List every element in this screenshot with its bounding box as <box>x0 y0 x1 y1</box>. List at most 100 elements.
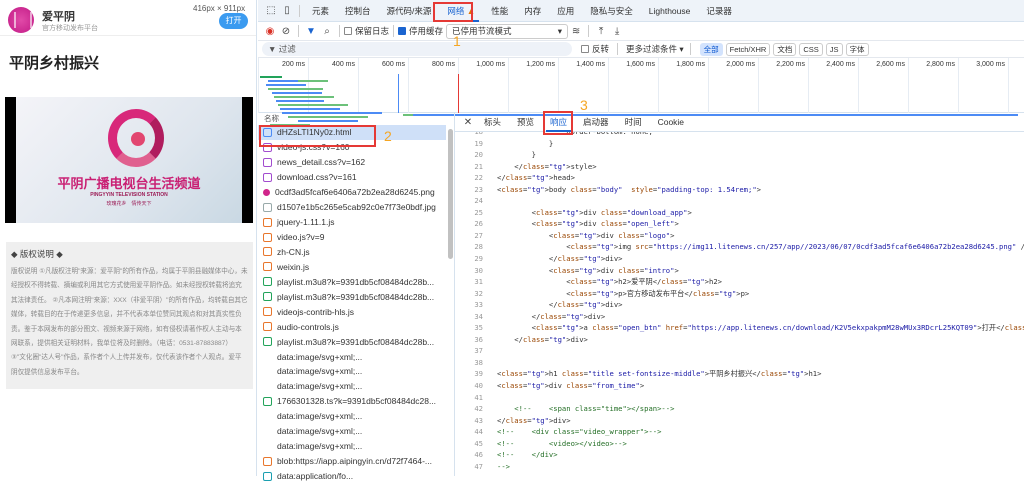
invert-checkbox[interactable]: 反转 <box>581 43 609 55</box>
open-app-button[interactable]: 打开 <box>219 13 248 29</box>
request-name: zh-CN.js <box>277 246 310 257</box>
request-name: data:image/svg+xml;... <box>277 381 363 392</box>
code-line: 35 <class="tg">a class="open_btn" href="… <box>455 322 1024 334</box>
filter-type-5[interactable]: 字体 <box>845 42 869 56</box>
request-row[interactable]: data:application/fo... <box>258 469 446 484</box>
tab-0[interactable]: 元素 <box>304 0 337 22</box>
request-row[interactable]: 1766301328.ts?k=9391db5cf08484dc28... <box>258 394 446 409</box>
request-row[interactable]: data:image/svg+xml;... <box>258 424 446 439</box>
code-line: 20 } <box>455 149 1024 161</box>
media-file-icon <box>263 396 272 406</box>
request-name: data:image/svg+xml;... <box>277 441 363 452</box>
search-icon[interactable]: ⌕ <box>319 26 335 37</box>
inspect-icon[interactable]: ⬚ <box>263 5 279 16</box>
tab-2[interactable]: 源代码/来源 <box>379 0 440 22</box>
filter-input[interactable]: ▼ 过滤 <box>262 42 572 56</box>
timeline-tick: 3,200 ms <box>1008 58 1024 113</box>
annotation-box-response-tab <box>543 111 573 135</box>
detail-tab-1[interactable]: 预览 <box>509 113 542 132</box>
disable-cache-checkbox[interactable]: 停用缓存 <box>398 25 443 37</box>
line-content: <class="tg">div class="intro"> <box>497 265 679 275</box>
request-row[interactable]: data:image/svg+xml;... <box>258 364 446 379</box>
tab-4[interactable]: 性能 <box>483 0 516 22</box>
request-row[interactable]: playlist.m3u8?k=9391db5cf08484dc28b... <box>258 274 446 289</box>
tab-1[interactable]: 控制台 <box>337 0 379 22</box>
detail-tab-0[interactable]: 标头 <box>476 113 509 132</box>
filter-type-1[interactable]: Fetch/XHR <box>725 42 771 56</box>
device-toggle-icon[interactable]: ▯ <box>279 5 295 16</box>
request-row[interactable]: d1507e1b5c265e5cab92c0e7f73e0bdf.jpg <box>258 200 446 215</box>
request-row[interactable]: playlist.m3u8?k=9391db5cf08484dc28b... <box>258 289 446 304</box>
request-name: jquery-1.11.1.js <box>277 217 335 228</box>
request-row[interactable]: zh-CN.js <box>258 245 446 260</box>
video-player[interactable]: 平阴广播电视台生活频道 PINGYYIN TELEVISION STATION … <box>5 97 253 223</box>
name-column-header[interactable]: 名称 <box>258 113 454 125</box>
filter-type-2[interactable]: 文档 <box>773 42 797 56</box>
network-conditions-icon[interactable]: ≋ <box>568 26 584 37</box>
line-content: <class="tg">body class="body" style="pad… <box>497 184 761 194</box>
scrollbar[interactable] <box>448 129 453 259</box>
more-filters-dropdown[interactable]: 更多过滤条件 ▾ <box>626 43 684 55</box>
tab-9[interactable]: 记录器 <box>698 0 740 22</box>
request-row[interactable]: videojs-contrib-hls.js <box>258 304 446 319</box>
export-har-icon[interactable]: ⤓ <box>609 26 625 37</box>
timeline-tick: 1,200 ms <box>508 58 558 113</box>
detail-tab-5[interactable]: Cookie <box>650 113 692 132</box>
annotation-number: 3 <box>580 97 588 113</box>
timeline-tick-label: 200 ms <box>282 61 305 68</box>
detail-tab-4[interactable]: 时间 <box>617 113 650 132</box>
request-row[interactable]: blob:https://iapp.aipingyin.cn/d72f7464-… <box>258 454 446 469</box>
import-har-icon[interactable]: ⤒ <box>593 26 609 37</box>
tab-7[interactable]: 隐私与安全 <box>582 0 641 22</box>
filter-type-4[interactable]: JS <box>825 42 843 56</box>
request-row[interactable]: download.css?v=161 <box>258 170 446 185</box>
line-number: 43 <box>474 415 483 425</box>
tab-6[interactable]: 应用 <box>549 0 582 22</box>
annotation-box-network-tab <box>433 2 473 22</box>
request-row[interactable]: audio-controls.js <box>258 319 446 334</box>
line-number: 40 <box>474 381 483 391</box>
request-row[interactable]: weixin.js <box>258 259 446 274</box>
request-name: data:image/svg+xml;... <box>277 351 363 362</box>
filter-type-3[interactable]: CSS <box>799 42 823 56</box>
filter-type-0[interactable]: 全部 <box>699 42 723 56</box>
timeline-marker <box>458 74 459 113</box>
request-row[interactable]: 0cdf3ad5fcaf6e6406a72b2ea28d6245.png <box>258 185 446 200</box>
preserve-log-checkbox[interactable]: 保留日志 <box>344 25 389 37</box>
media-file-icon <box>263 337 272 347</box>
tab-5[interactable]: 内存 <box>516 0 549 22</box>
line-number: 46 <box>474 450 483 460</box>
code-line: 37 <box>455 345 1024 357</box>
request-row[interactable]: data:image/svg+xml;... <box>258 379 446 394</box>
close-icon[interactable]: ✕ <box>460 117 476 128</box>
request-row[interactable]: news_detail.css?v=162 <box>258 155 446 170</box>
request-row[interactable]: data:image/svg+xml;... <box>258 349 446 364</box>
tab-8[interactable]: Lighthouse <box>641 0 699 22</box>
timeline-tick-label: 400 ms <box>332 61 355 68</box>
code-line: 43 </class="tg">div> <box>455 415 1024 427</box>
line-number: 27 <box>474 230 483 240</box>
record-icon[interactable]: ◉ <box>262 26 278 37</box>
network-timeline[interactable]: 200 ms 400 ms 600 ms 800 ms 1,000 ms 1,200 ms… <box>258 58 1024 130</box>
css-file-icon <box>263 157 272 167</box>
request-row[interactable]: data:image/svg+xml;... <box>258 439 446 454</box>
request-row[interactable]: data:image/svg+xml;... <box>258 409 446 424</box>
line-number: 41 <box>474 392 483 402</box>
code-line: 19 } <box>455 138 1024 150</box>
line-content: <class="tg">div class="open_left"> <box>497 219 679 229</box>
request-name: playlist.m3u8?k=9391db5cf08484dc28b... <box>277 291 435 302</box>
code-line: 47 --> <box>455 461 1024 473</box>
request-row[interactable]: jquery-1.11.1.js <box>258 215 446 230</box>
timeline-bar <box>260 76 282 78</box>
filter-icon[interactable]: ▼ <box>303 26 319 37</box>
request-name: download.css?v=161 <box>277 172 357 183</box>
request-row[interactable]: video.js?v=9 <box>258 230 446 245</box>
timeline-bar <box>274 96 334 98</box>
clear-icon[interactable]: ⊘ <box>278 26 294 37</box>
timeline-tick-label: 2,000 ms <box>726 61 755 68</box>
throttling-select[interactable]: 已停用节流模式 ▾ <box>446 23 569 39</box>
timeline-tick: 2,000 ms <box>708 58 758 113</box>
request-row[interactable]: playlist.m3u8?k=9391db5cf08484dc28b... <box>258 334 446 349</box>
request-name: data:image/svg+xml;... <box>277 366 363 377</box>
detail-tab-3[interactable]: 启动器 <box>575 113 617 132</box>
